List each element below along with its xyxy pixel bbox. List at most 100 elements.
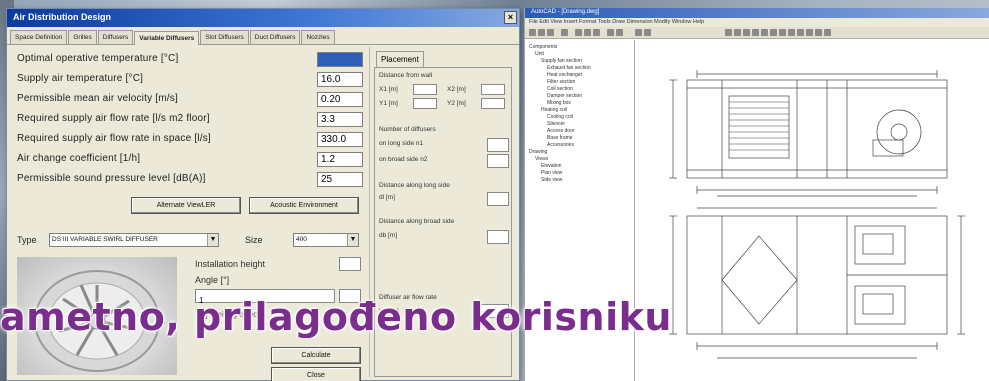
layer-icon[interactable] [734, 29, 741, 36]
param-row: Required supply air flow rate in space [… [17, 132, 363, 148]
supply-air-temperature-input[interactable] [317, 72, 363, 87]
paste-icon[interactable] [593, 29, 600, 36]
param-row: Air change coefficient [1/h] [17, 152, 363, 168]
param-label: Supply air temperature [°C] [17, 73, 144, 84]
layer-icon[interactable] [770, 29, 777, 36]
tree-item[interactable]: Damper section [547, 93, 582, 99]
installation-height-input[interactable] [339, 257, 361, 271]
new-icon[interactable] [529, 29, 536, 36]
size-select[interactable]: 400 ▼ [293, 233, 359, 247]
param-row: Permissible mean air velocity [m/s] [17, 92, 363, 108]
flow-rate-in-space-input[interactable] [317, 132, 363, 147]
redo-icon[interactable] [616, 29, 623, 36]
undo-icon[interactable] [607, 29, 614, 36]
tree-item[interactable]: Exhaust fan section [547, 65, 591, 71]
param-row: Required supply air flow rate [l/s m2 fl… [17, 112, 363, 128]
tab-diffusers[interactable]: Diffusers [97, 30, 134, 44]
tree-item[interactable]: Silencer [547, 121, 565, 127]
tree-item[interactable]: Plan view [541, 170, 562, 176]
cad-titlebar: AutoCAD - [Drawing.dwg] [525, 8, 989, 18]
tab-slot-diffusers[interactable]: Slot Diffusers [200, 30, 249, 44]
print-icon[interactable] [561, 29, 568, 36]
tree-item[interactable]: Heating coil [541, 107, 567, 113]
tree-item[interactable]: Heat exchanger [547, 72, 582, 78]
tree-item[interactable]: Base frame [547, 135, 573, 141]
tab-variable-diffusers[interactable]: Variable Diffusers [134, 31, 200, 45]
acoustic-environment-button[interactable]: Acoustic Environment [249, 197, 359, 214]
param-row: Supply air temperature [°C] [17, 72, 363, 88]
n2-input[interactable] [487, 154, 509, 168]
tree-item[interactable]: Drawing [529, 149, 547, 155]
zoom-icon[interactable] [644, 29, 651, 36]
tab-nozzles[interactable]: Nozzles [301, 30, 335, 44]
y2-input[interactable] [481, 98, 505, 109]
param-label: Permissible mean air velocity [m/s] [17, 93, 178, 104]
operative-temperature-input[interactable] [317, 52, 363, 67]
param-row: Permissible sound pressure level [dB(A)] [17, 172, 363, 188]
tab-space-definition[interactable]: Space Definition [10, 30, 68, 44]
tree-item[interactable]: Unit [535, 51, 544, 57]
close-button[interactable]: Close [271, 367, 361, 381]
cad-menubar[interactable]: File Edit View Insert Format Tools Draw … [525, 18, 989, 27]
layer-icon[interactable] [752, 29, 759, 36]
tree-item[interactable]: Accessories [547, 142, 574, 148]
slogan-banner: ametno, prilagođeno korisniku [0, 296, 672, 338]
tree-item[interactable]: Elevation [541, 163, 562, 169]
tab-grilles[interactable]: Grilles [68, 30, 97, 44]
layer-icon[interactable] [743, 29, 750, 36]
number-of-diffusers-label: Number of diffusers [379, 126, 436, 133]
air-change-coefficient-input[interactable] [317, 152, 363, 167]
dl-input[interactable] [487, 192, 509, 206]
x1-input[interactable] [413, 84, 437, 95]
y2-label: Y2 [m] [447, 100, 466, 107]
db-input[interactable] [487, 230, 509, 244]
type-row: Type DS III VARIABLE SWIRL DIFFUSER ▼ Si… [17, 233, 367, 249]
size-label: Size [245, 235, 263, 245]
n1-input[interactable] [487, 138, 509, 152]
x2-label: X2 [m] [447, 86, 466, 93]
layer-icon[interactable] [725, 29, 732, 36]
flow-rate-per-floor-input[interactable] [317, 112, 363, 127]
save-icon[interactable] [547, 29, 554, 36]
type-select-value: DS III VARIABLE SWIRL DIFFUSER [52, 236, 158, 243]
copy-icon[interactable] [584, 29, 591, 36]
open-icon[interactable] [538, 29, 545, 36]
pan-icon[interactable] [635, 29, 642, 36]
tree-item[interactable]: Supply fan section [541, 58, 582, 64]
distance-broad-side-label: Distance along broad side [379, 218, 455, 225]
sound-pressure-input[interactable] [317, 172, 363, 187]
layer-icon[interactable] [779, 29, 786, 36]
tree-item[interactable]: Side view [541, 177, 562, 183]
tab-placement[interactable]: Placement [376, 51, 424, 67]
layer-icon[interactable] [788, 29, 795, 36]
param-label: Air change coefficient [1/h] [17, 153, 141, 164]
x2-input[interactable] [481, 84, 505, 95]
calculate-button[interactable]: Calculate [271, 347, 361, 364]
tree-item[interactable]: Cooling coil [547, 114, 573, 120]
param-label: Optimal operative temperature [°C] [17, 53, 179, 64]
tab-duct-diffusers[interactable]: Duct Diffusers [249, 30, 301, 44]
chevron-down-icon: ▼ [207, 234, 218, 246]
alternate-view-button[interactable]: Alternate ViewLER [131, 197, 241, 214]
dl-label: dl [m] [379, 194, 395, 201]
y1-input[interactable] [413, 98, 437, 109]
layer-icon[interactable] [815, 29, 822, 36]
chevron-down-icon: ▼ [347, 234, 358, 246]
tree-item[interactable]: Components [529, 44, 557, 50]
param-label: Required supply air flow rate [l/s m2 fl… [17, 113, 210, 124]
cut-icon[interactable] [575, 29, 582, 36]
tree-item[interactable]: Mixing box [547, 100, 571, 106]
dialog-titlebar: Air Distribution Design × [7, 9, 519, 27]
layer-icon[interactable] [761, 29, 768, 36]
type-select[interactable]: DS III VARIABLE SWIRL DIFFUSER ▼ [49, 233, 219, 247]
air-velocity-input[interactable] [317, 92, 363, 107]
type-label: Type [17, 235, 37, 245]
tree-item[interactable]: Access door [547, 128, 575, 134]
tree-item[interactable]: Coil section [547, 86, 573, 92]
tree-item[interactable]: Filter section [547, 79, 575, 85]
layer-icon[interactable] [797, 29, 804, 36]
layer-icon[interactable] [824, 29, 831, 36]
close-icon[interactable]: × [504, 11, 517, 24]
layer-icon[interactable] [806, 29, 813, 36]
tree-item[interactable]: Views [535, 156, 548, 162]
